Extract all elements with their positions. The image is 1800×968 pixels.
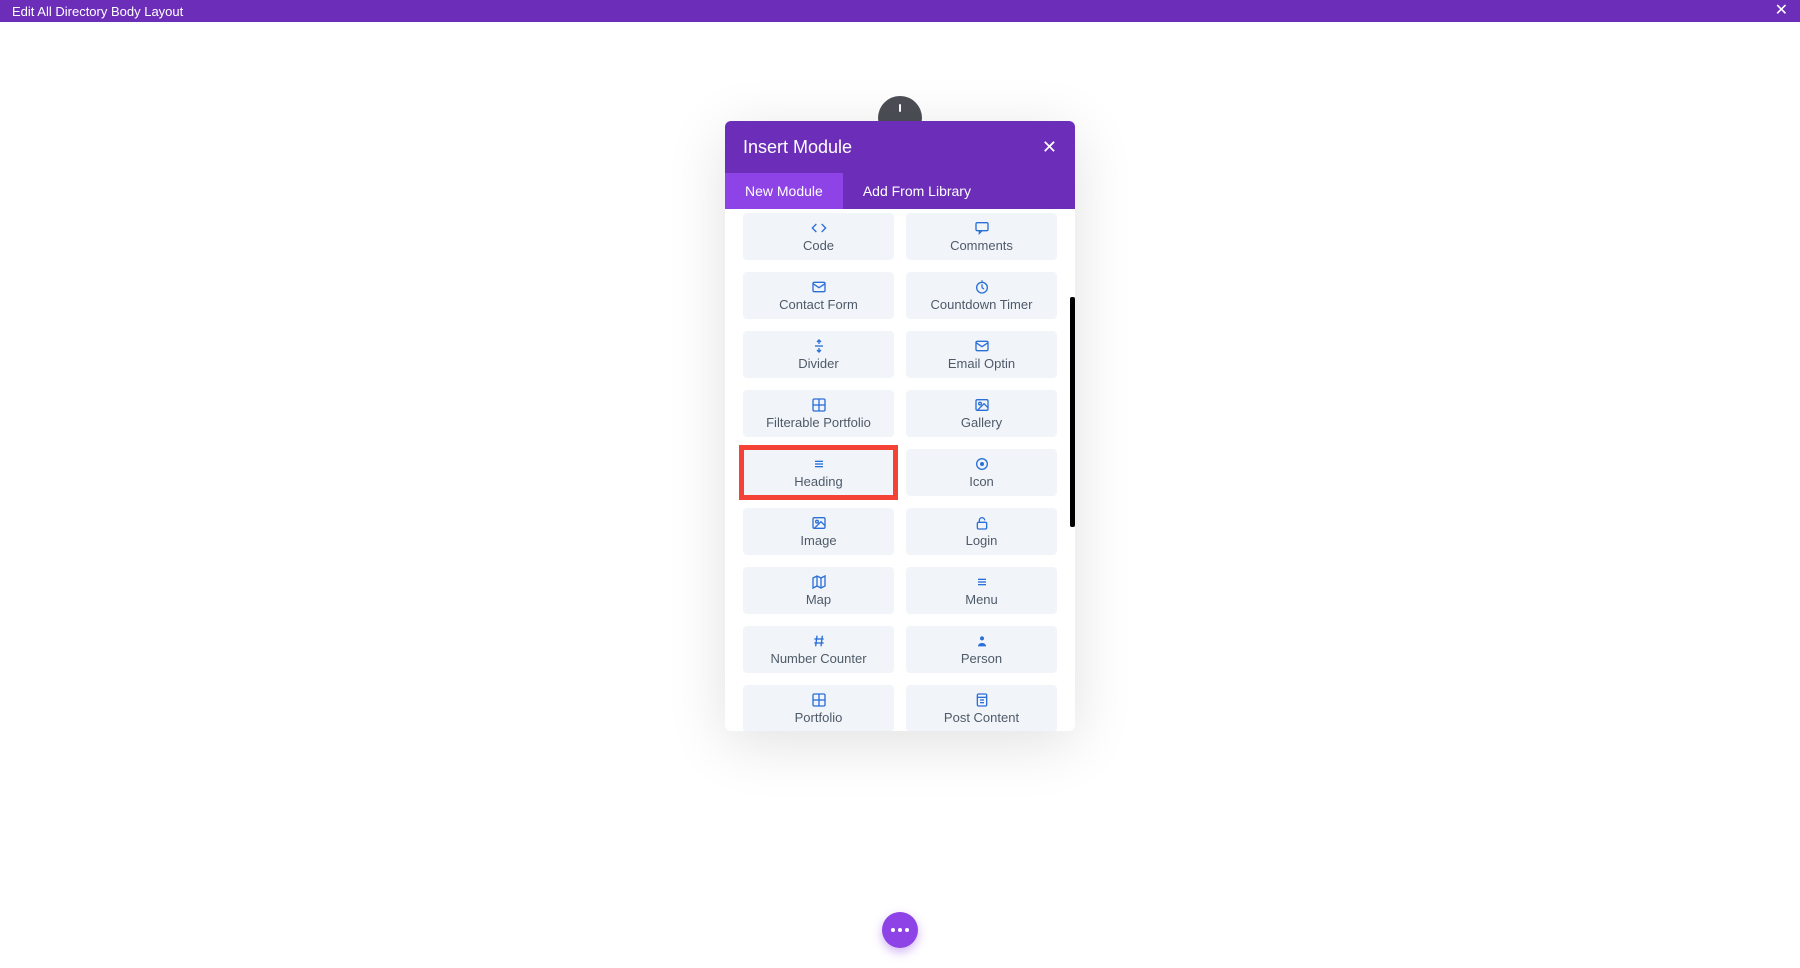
module-tile-label: Image [800,533,836,548]
module-tile-label: Menu [965,592,998,607]
module-tile-label: Icon [969,474,994,489]
module-tile-image[interactable]: Image [743,508,894,555]
chat-icon [974,220,990,236]
module-tile-label: Gallery [961,415,1002,430]
module-tile-label: Map [806,592,831,607]
grid-icon [811,692,827,708]
module-tile-icon[interactable]: Icon [906,449,1057,496]
more-fab-button[interactable] [882,912,918,948]
tab-new-module[interactable]: New Module [725,173,843,209]
grid-icon [811,397,827,413]
modal-tabs: New Module Add From Library [725,173,1075,209]
module-tile-label: Contact Form [779,297,858,312]
module-tile-login[interactable]: Login [906,508,1057,555]
scrollbar-thumb[interactable] [1070,297,1075,527]
module-tile-countdown-timer[interactable]: Countdown Timer [906,272,1057,319]
mail-icon [811,279,827,295]
tab-add-from-library[interactable]: Add From Library [843,173,991,209]
modal-title: Insert Module [743,137,852,158]
module-tile-label: Filterable Portfolio [766,415,871,430]
module-tile-post-content[interactable]: Post Content [906,685,1057,731]
modal-header: Insert Module ✕ [725,121,1075,173]
module-tile-label: Code [803,238,834,253]
module-tile-code[interactable]: Code [743,213,894,260]
edit-header-bar: Edit All Directory Body Layout ✕ [0,0,1800,22]
module-tile-label: Heading [794,474,842,489]
mail-icon [974,338,990,354]
code-icon [811,220,827,236]
module-tile-label: Person [961,651,1002,666]
module-tile-label: Post Content [944,710,1019,725]
image-icon [974,397,990,413]
module-tile-divider[interactable]: Divider [743,331,894,378]
module-tile-portfolio[interactable]: Portfolio [743,685,894,731]
divider-icon [811,338,827,354]
module-tile-menu[interactable]: Menu [906,567,1057,614]
module-tile-label: Login [966,533,998,548]
doc-icon [974,692,990,708]
modal-body: Code Comments Contact Form Countdown Timer D… [725,209,1075,731]
target-icon [974,456,990,472]
module-tile-label: Countdown Timer [931,297,1033,312]
module-tile-map[interactable]: Map [743,567,894,614]
insert-module-modal: Insert Module ✕ New Module Add From Libr… [725,121,1075,731]
image-icon [811,515,827,531]
module-tile-label: Divider [798,356,838,371]
modal-close-icon[interactable]: ✕ [1042,137,1057,158]
module-tile-number-counter[interactable]: Number Counter [743,626,894,673]
module-tile-label: Comments [950,238,1013,253]
module-tile-label: Email Optin [948,356,1015,371]
edit-header-title: Edit All Directory Body Layout [12,4,183,19]
module-tile-filterable-portfolio[interactable]: Filterable Portfolio [743,390,894,437]
lines-icon [974,574,990,590]
module-tile-label: Portfolio [795,710,843,725]
module-tile-email-optin[interactable]: Email Optin [906,331,1057,378]
module-tile-contact-form[interactable]: Contact Form [743,272,894,319]
module-tile-heading[interactable]: Heading [743,449,894,496]
hash-icon [811,633,827,649]
module-tile-person[interactable]: Person [906,626,1057,673]
lines-icon [811,456,827,472]
module-grid: Code Comments Contact Form Countdown Timer D… [743,213,1057,731]
module-tile-label: Number Counter [770,651,866,666]
module-tile-gallery[interactable]: Gallery [906,390,1057,437]
clock-icon [974,279,990,295]
map-icon [811,574,827,590]
module-tile-comments[interactable]: Comments [906,213,1057,260]
close-icon[interactable]: ✕ [1775,3,1788,19]
lock-icon [974,515,990,531]
person-icon [974,633,990,649]
